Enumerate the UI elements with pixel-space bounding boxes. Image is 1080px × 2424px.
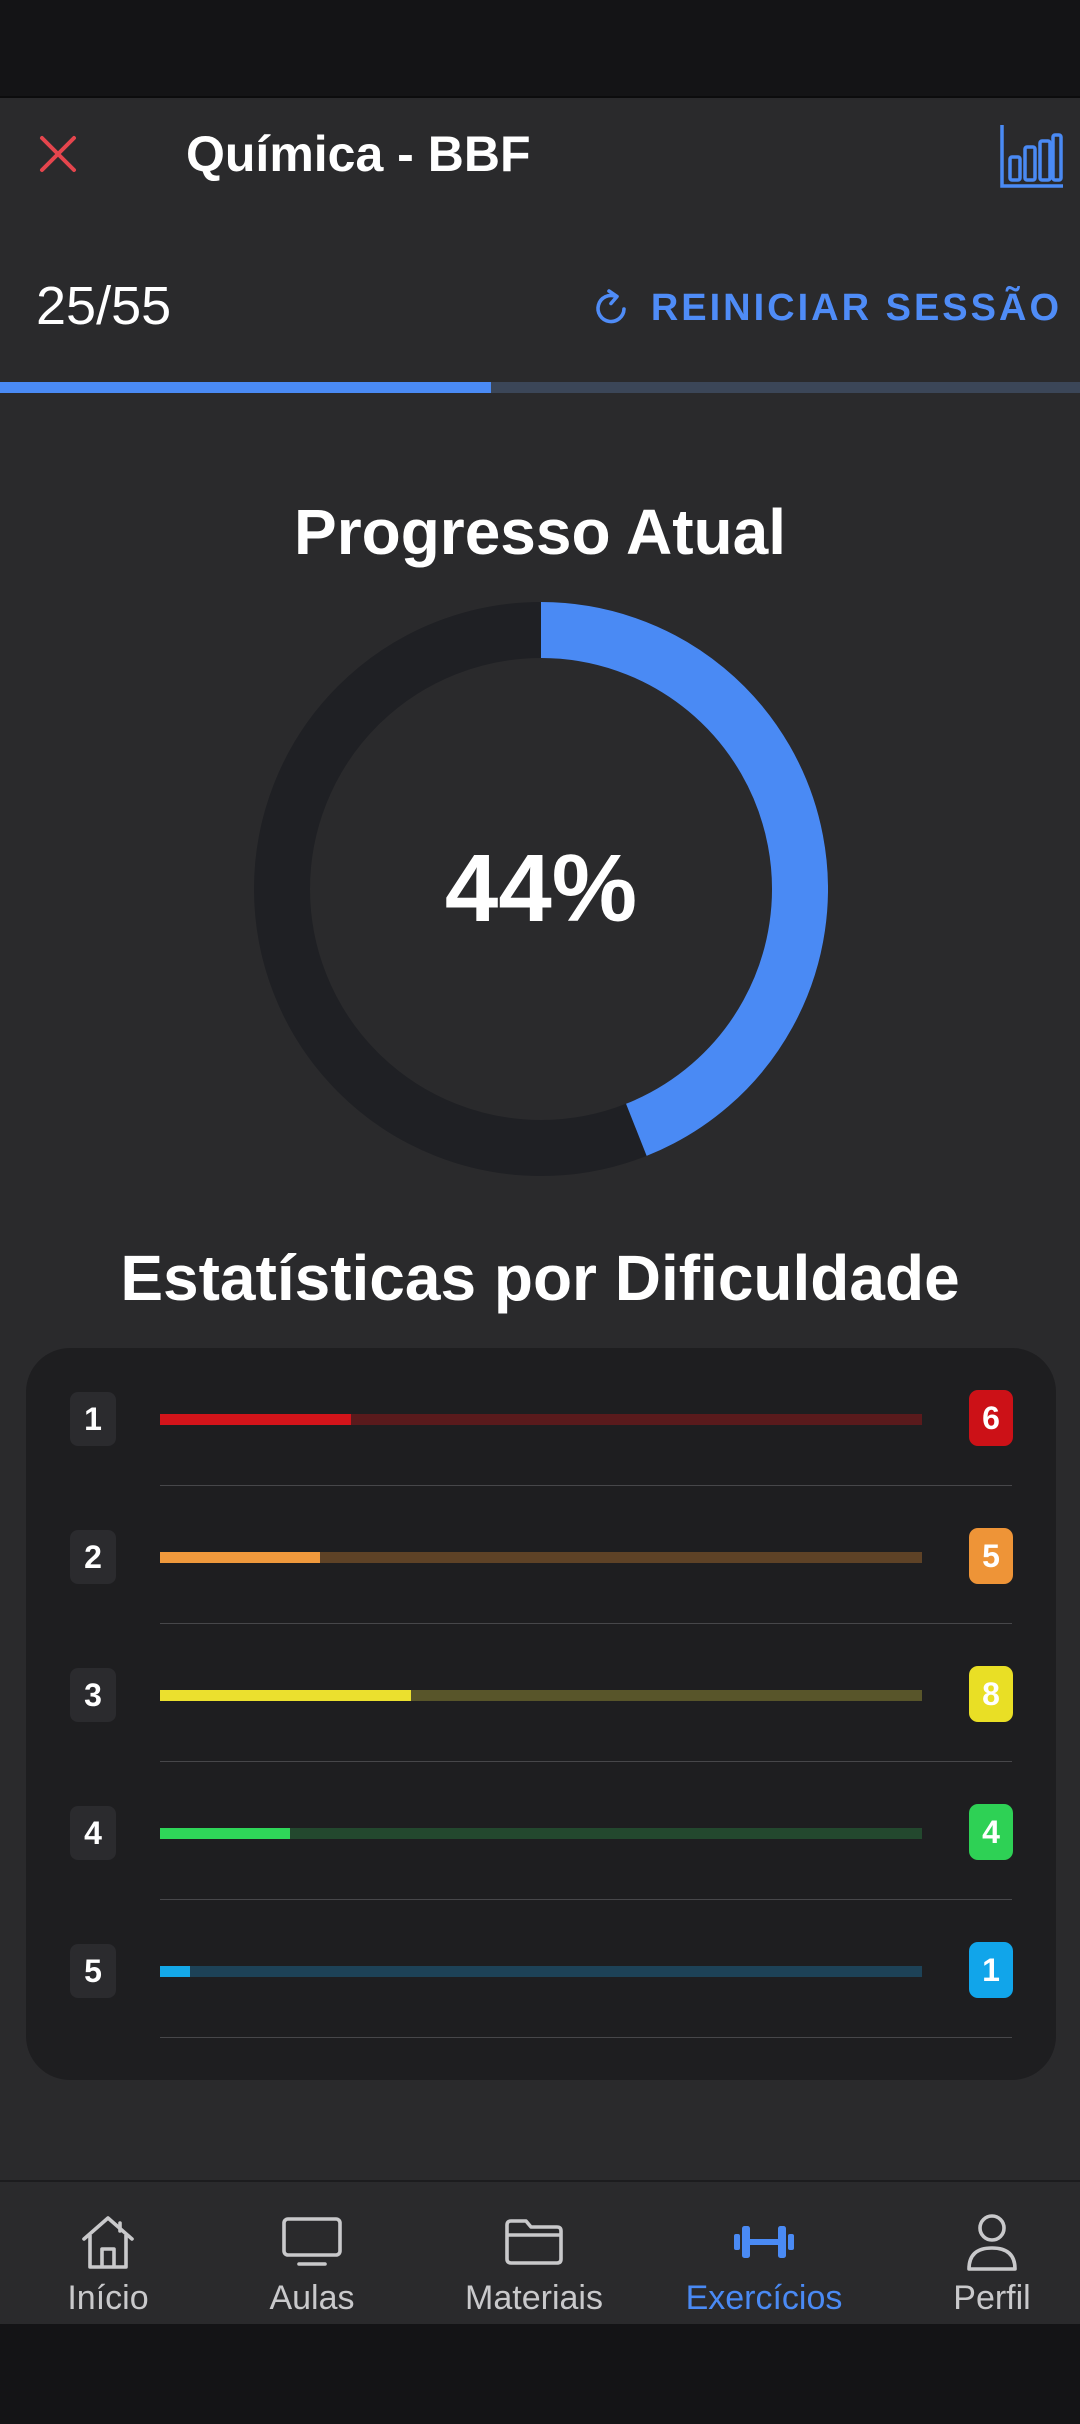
difficulty-level-badge: 2	[70, 1530, 116, 1584]
bottom-navigation: Início Aulas Materiais Exercícios Perfil	[0, 2180, 1080, 2326]
dumbbell-icon	[734, 2226, 794, 2258]
page-title: Química - BBF	[186, 126, 531, 182]
bar-chart-icon	[1000, 125, 1063, 188]
difficulty-bar-fill	[160, 1828, 290, 1839]
difficulty-bar-fill	[160, 1552, 321, 1563]
difficulty-level-badge: 1	[70, 1392, 116, 1446]
session-progress-bar	[0, 382, 1080, 393]
nav-label: Perfil	[953, 2279, 1031, 2317]
nav-item-materiais[interactable]: Materiais	[426, 2182, 642, 2328]
difficulty-stats-card: 1 6 2 5 3 8 4 4 5 1	[26, 1348, 1056, 2080]
difficulty-count-badge: 4	[969, 1804, 1013, 1860]
difficulty-bar-fill	[160, 1414, 351, 1425]
difficulty-row: 4 4	[26, 1762, 1056, 1900]
header: Química - BBF	[0, 98, 1080, 210]
folder-icon	[505, 2219, 563, 2265]
nav-item-exercicios[interactable]: Exercícios	[656, 2182, 872, 2328]
difficulty-row: 2 5	[26, 1486, 1056, 1624]
restart-session-button[interactable]: REINICIAR SESSÃO	[589, 276, 1062, 340]
difficulty-count-badge: 8	[969, 1666, 1013, 1722]
difficulty-row: 1 6	[26, 1348, 1056, 1486]
difficulty-count-badge: 6	[969, 1390, 1013, 1446]
session-progress-fill	[0, 382, 491, 393]
difficulty-count-badge: 1	[969, 1942, 1013, 1998]
nav-label: Início	[67, 2279, 149, 2317]
difficulty-bar-track	[160, 1966, 922, 1977]
nav-item-aulas[interactable]: Aulas	[204, 2182, 420, 2328]
difficulty-level-badge: 3	[70, 1668, 116, 1722]
difficulty-row: 3 8	[26, 1624, 1056, 1762]
progress-ring: 44%	[254, 602, 828, 1176]
status-bar	[0, 0, 1080, 96]
restart-session-label: REINICIAR SESSÃO	[650, 286, 1062, 329]
difficulty-level-badge: 5	[70, 1944, 116, 1998]
difficulty-bar-track	[160, 1690, 922, 1701]
difficulty-row: 5 1	[26, 1900, 1056, 2038]
person-icon	[967, 2214, 1017, 2271]
difficulty-bar-track	[160, 1552, 922, 1563]
difficulty-bar-fill	[160, 1690, 412, 1701]
refresh-icon	[596, 289, 626, 324]
row-divider	[160, 2037, 1012, 2038]
difficulty-bar-fill	[160, 1966, 191, 1977]
difficulty-stats-title: Estatísticas por Dificuldade	[120, 1242, 960, 1314]
difficulty-count-badge: 5	[969, 1528, 1013, 1584]
difficulty-bar-track	[160, 1414, 922, 1425]
app-screen: Química - BBF 25/55 REINICIAR SESSÃO Pro…	[0, 96, 1080, 2326]
statistics-button[interactable]	[996, 120, 1068, 192]
difficulty-bar-track	[160, 1828, 922, 1839]
nav-item-inicio[interactable]: Início	[0, 2182, 216, 2328]
monitor-icon	[282, 2217, 342, 2266]
close-icon	[40, 136, 76, 172]
progress-percentage: 44%	[444, 835, 638, 942]
nav-label: Aulas	[269, 2279, 355, 2317]
system-navigation-area	[0, 2324, 1080, 2424]
close-button[interactable]	[30, 126, 86, 182]
nav-item-perfil[interactable]: Perfil	[884, 2182, 1080, 2328]
progress-title: Progresso Atual	[294, 496, 786, 568]
question-counter: 25/55	[36, 276, 172, 336]
nav-label: Exercícios	[685, 2279, 843, 2317]
nav-label: Materiais	[465, 2279, 603, 2317]
difficulty-level-badge: 4	[70, 1806, 116, 1860]
home-icon	[82, 2216, 134, 2269]
